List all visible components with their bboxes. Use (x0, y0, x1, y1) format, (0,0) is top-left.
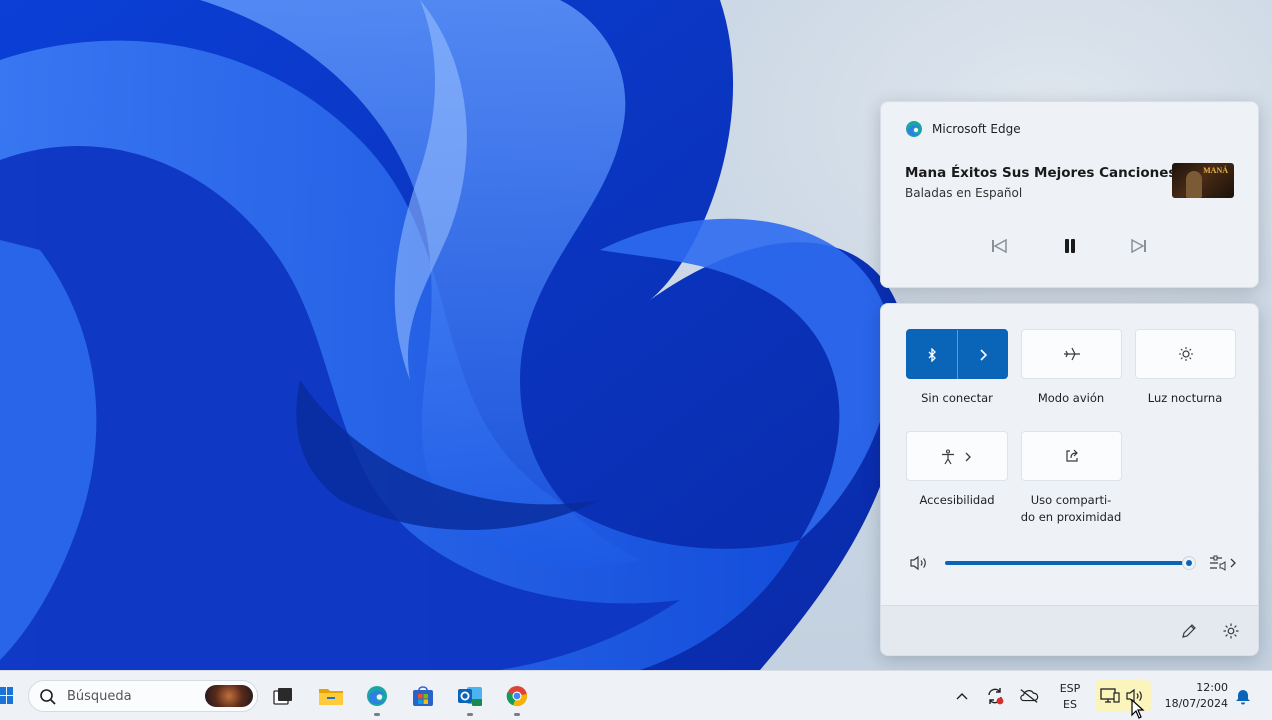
pause-button[interactable] (1052, 232, 1088, 260)
bluetooth-tile-label: Sin conectar (921, 391, 993, 405)
edge-icon (367, 686, 387, 706)
quick-settings-panel: Sin conectar Modo avión Luz nocturna Acc… (880, 303, 1259, 656)
accessibility-tile[interactable] (906, 431, 1008, 481)
clock-date: 18/07/2024 (1164, 697, 1228, 710)
search-placeholder: Búsqueda (67, 689, 132, 704)
nearby-share-tile[interactable] (1021, 431, 1122, 481)
media-flyout: Microsoft Edge Mana Éxitos Sus Mejores C… (880, 101, 1259, 288)
airplane-icon (1063, 347, 1080, 361)
accessibility-label: Accesibilidad (919, 493, 995, 507)
chevron-up-icon (956, 693, 968, 700)
media-subtitle: Baladas en Español (905, 186, 1023, 200)
taskbar-search-box[interactable]: Búsqueda (28, 680, 258, 712)
mouse-cursor-icon (1131, 699, 1145, 719)
running-indicator (467, 713, 473, 716)
volume-slider-track[interactable] (945, 561, 1189, 565)
language-code: ESP (1059, 682, 1081, 695)
settings-gear-icon[interactable] (1222, 622, 1240, 640)
previous-track-button[interactable] (981, 232, 1017, 260)
audio-output-icon[interactable] (1208, 554, 1238, 572)
bluetooth-icon (928, 348, 936, 362)
previous-track-icon (992, 239, 1007, 253)
input-language-indicator[interactable]: ESP ES (1056, 681, 1084, 713)
network-volume-tray-group[interactable] (1095, 680, 1151, 719)
keyboard-layout-code: ES (1063, 698, 1077, 711)
search-icon (40, 689, 56, 705)
chevron-right-icon[interactable] (978, 349, 988, 361)
chrome-icon (506, 686, 528, 707)
running-indicator (374, 713, 380, 716)
store-icon (413, 686, 433, 706)
bluetooth-tile[interactable] (906, 329, 1008, 380)
night-light-tile[interactable] (1135, 329, 1236, 379)
next-track-icon (1131, 239, 1146, 253)
file-explorer-button[interactable] (314, 680, 348, 712)
media-controls (881, 232, 1260, 260)
next-track-button[interactable] (1121, 232, 1157, 260)
edge-icon (906, 121, 922, 137)
running-indicator (514, 713, 520, 716)
sync-icon (988, 688, 1004, 705)
outlook-icon (458, 687, 482, 706)
network-icon (1100, 688, 1120, 703)
edge-taskbar-button[interactable] (360, 680, 394, 716)
media-app-name: Microsoft Edge (932, 122, 1021, 136)
album-art: MANÁ (1172, 163, 1234, 198)
notifications-button[interactable] (1233, 686, 1253, 706)
clock-time: 12:00 (1196, 681, 1228, 694)
outlook-button[interactable] (453, 680, 487, 716)
airplane-mode-tile[interactable] (1021, 329, 1122, 379)
pause-icon (1065, 239, 1075, 253)
start-windows-icon[interactable] (0, 686, 14, 706)
task-view-icon (273, 688, 292, 705)
taskbar: Búsqueda ESP ES 12:00 18/07/2024 (0, 670, 1272, 720)
bell-icon (1236, 690, 1250, 705)
cloud-offline-icon (1020, 689, 1039, 703)
album-art-text: MANÁ (1203, 166, 1228, 175)
night-light-icon (1178, 347, 1193, 361)
folder-icon (319, 689, 343, 705)
nearby-share-icon (1065, 449, 1078, 462)
album-figure (1186, 171, 1202, 198)
night-light-label: Luz nocturna (1147, 391, 1223, 405)
accessibility-icon (942, 449, 954, 465)
nearby-share-label-line1: Uso comparti- (1030, 493, 1112, 507)
airplane-mode-label: Modo avión (1037, 391, 1105, 405)
media-app-source: Microsoft Edge (905, 120, 1021, 138)
microsoft-store-button[interactable] (406, 680, 440, 712)
volume-row (881, 549, 1258, 577)
quick-settings-footer (881, 605, 1258, 655)
speaker-icon[interactable] (909, 555, 929, 571)
onedrive-tray-button[interactable] (1019, 686, 1039, 706)
nearby-share-label: Uso comparti- do en proximidad (1011, 492, 1131, 526)
volume-slider-thumb[interactable] (1182, 556, 1196, 570)
chevron-right-icon (965, 452, 971, 462)
edit-pencil-icon[interactable] (1180, 622, 1198, 640)
sync-tray-button[interactable] (985, 686, 1005, 706)
task-view-button[interactable] (266, 680, 300, 712)
nearby-share-label-line2: do en proximidad (1020, 510, 1122, 524)
search-highlight-image[interactable] (205, 685, 253, 707)
media-title: Mana Éxitos Sus Mejores Canciones... (905, 165, 1192, 181)
bluetooth-tile-divider (957, 330, 958, 380)
taskbar-clock[interactable]: 12:00 18/07/2024 (1156, 680, 1228, 712)
show-hidden-icons-button[interactable] (952, 686, 972, 706)
chrome-button[interactable] (500, 680, 534, 716)
